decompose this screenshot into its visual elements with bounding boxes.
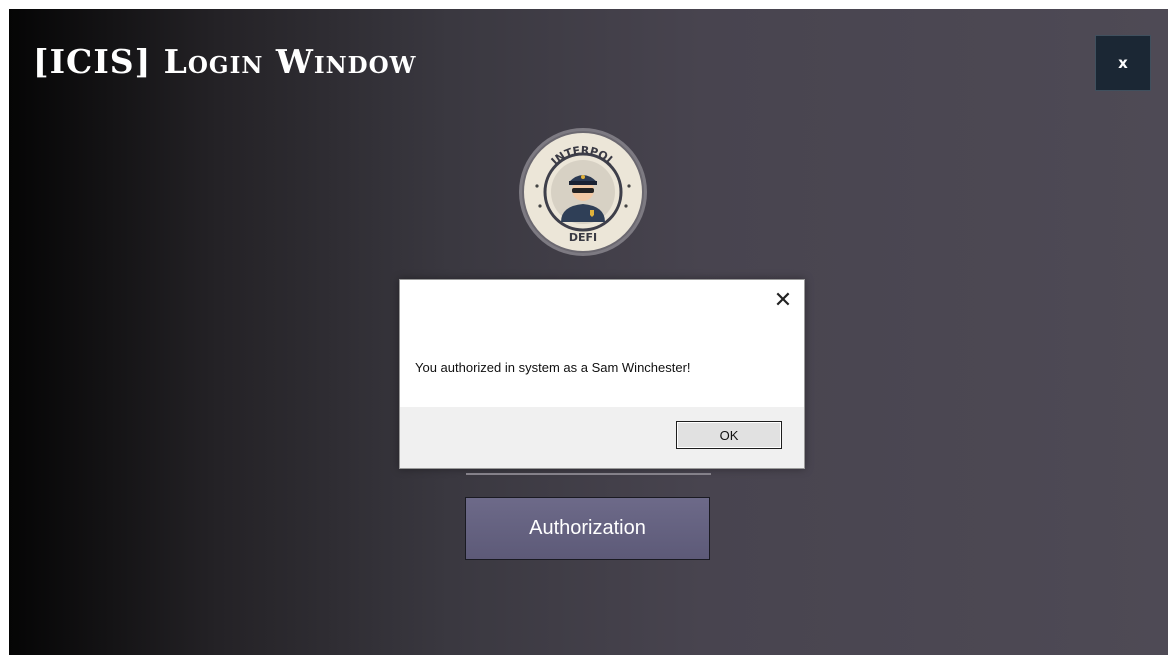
window-title: [ICIS] Login Window <box>33 42 417 81</box>
input-underline <box>466 473 711 475</box>
close-icon[interactable]: ✕ <box>772 290 794 312</box>
window-close-button[interactable]: x <box>1095 35 1151 91</box>
authorization-button[interactable]: Authorization <box>465 497 710 560</box>
message-footer: OK <box>400 407 804 468</box>
logo-bottom-text: DEFI <box>569 231 597 244</box>
message-box-dialog: ✕ You authorized in system as a Sam Winc… <box>399 279 805 469</box>
message-text: You authorized in system as a Sam Winche… <box>415 360 691 375</box>
ok-button[interactable]: OK <box>676 421 782 449</box>
interpol-defi-logo: INTERPOL DEFI <box>517 126 649 258</box>
